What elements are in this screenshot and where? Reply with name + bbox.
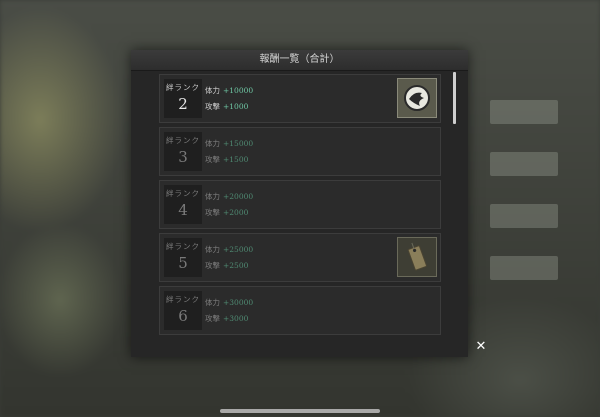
home-indicator[interactable] <box>220 409 380 413</box>
rank-number: 5 <box>178 254 188 272</box>
hp-stat: 体力 +15000 <box>205 138 253 149</box>
attack-stat: 攻撃 +3000 <box>205 313 248 324</box>
background-menu-button <box>490 100 558 124</box>
rank-label: 絆ランク <box>166 242 200 251</box>
attack-stat: 攻撃 +2000 <box>205 207 248 218</box>
tag-icon[interactable] <box>397 237 437 277</box>
attack-label: 攻撃 <box>205 155 220 164</box>
background-menu-button <box>490 256 558 280</box>
hp-label: 体力 <box>205 192 220 201</box>
reward-row: 絆ランク 6 体力 +30000 攻撃 +3000 <box>159 286 441 335</box>
attack-value: +3000 <box>223 314 249 323</box>
rank-number: 2 <box>178 95 188 113</box>
reward-list[interactable]: 絆ランク 2 体力 +10000 攻撃 +1000 絆ランク 3 体力 +15000 … <box>159 74 441 339</box>
hp-value: +25000 <box>223 245 254 254</box>
hp-label: 体力 <box>205 298 220 307</box>
hp-stat: 体力 +10000 <box>205 85 253 96</box>
reward-row: 絆ランク 4 体力 +20000 攻撃 +2000 <box>159 180 441 229</box>
attack-label: 攻撃 <box>205 208 220 217</box>
hp-label: 体力 <box>205 86 220 95</box>
rank-box: 絆ランク 6 <box>164 291 202 330</box>
rank-box: 絆ランク 2 <box>164 79 202 118</box>
rank-label: 絆ランク <box>166 295 200 304</box>
attack-label: 攻撃 <box>205 102 220 111</box>
background-menu-button <box>490 204 558 228</box>
attack-label: 攻撃 <box>205 314 220 323</box>
hp-value: +20000 <box>223 192 254 201</box>
rank-label: 絆ランク <box>166 83 200 92</box>
rank-number: 3 <box>178 148 188 166</box>
attack-stat: 攻撃 +2500 <box>205 260 248 271</box>
hp-stat: 体力 +30000 <box>205 297 253 308</box>
emblem-icon[interactable] <box>397 78 437 118</box>
close-button[interactable]: ✕ <box>474 339 488 355</box>
attack-stat: 攻撃 +1500 <box>205 154 248 165</box>
reward-row: 絆ランク 2 体力 +10000 攻撃 +1000 <box>159 74 441 123</box>
attack-value: +1000 <box>223 102 249 111</box>
modal-title: 報酬一覧（合計） <box>131 50 468 71</box>
attack-value: +1500 <box>223 155 249 164</box>
rank-label: 絆ランク <box>166 189 200 198</box>
hp-stat: 体力 +20000 <box>205 191 253 202</box>
hp-value: +10000 <box>223 86 254 95</box>
reward-row: 絆ランク 5 体力 +25000 攻撃 +2500 <box>159 233 441 282</box>
rank-label: 絆ランク <box>166 136 200 145</box>
hp-stat: 体力 +25000 <box>205 244 253 255</box>
attack-stat: 攻撃 +1000 <box>205 101 248 112</box>
attack-label: 攻撃 <box>205 261 220 270</box>
scrollbar[interactable] <box>453 72 456 124</box>
rank-box: 絆ランク 4 <box>164 185 202 224</box>
background-menu-button <box>490 152 558 176</box>
rank-number: 4 <box>178 201 188 219</box>
hp-value: +30000 <box>223 298 254 307</box>
reward-list-modal: 報酬一覧（合計） 絆ランク 2 体力 +10000 攻撃 +1000 絆ランク 3 <box>131 50 468 357</box>
rank-box: 絆ランク 3 <box>164 132 202 171</box>
hp-value: +15000 <box>223 139 254 148</box>
attack-value: +2000 <box>223 208 249 217</box>
rank-box: 絆ランク 5 <box>164 238 202 277</box>
hp-label: 体力 <box>205 139 220 148</box>
attack-value: +2500 <box>223 261 249 270</box>
hp-label: 体力 <box>205 245 220 254</box>
rank-number: 6 <box>178 307 188 325</box>
reward-row: 絆ランク 3 体力 +15000 攻撃 +1500 <box>159 127 441 176</box>
